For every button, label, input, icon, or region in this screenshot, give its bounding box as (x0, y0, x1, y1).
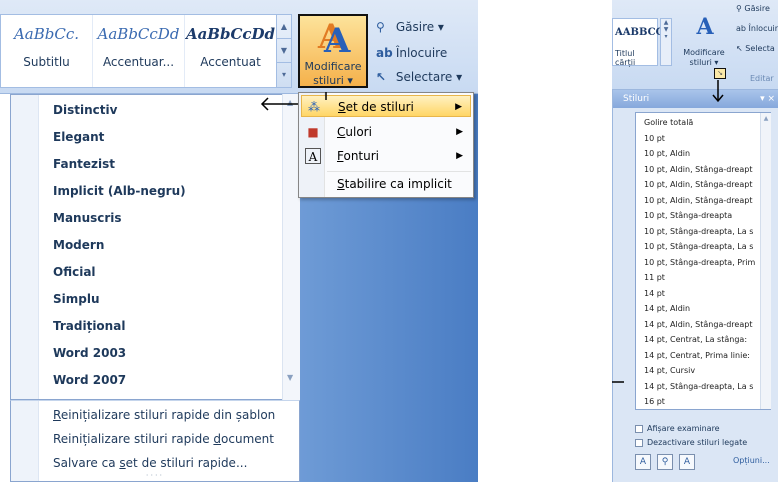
annotation-arrows (260, 80, 724, 383)
